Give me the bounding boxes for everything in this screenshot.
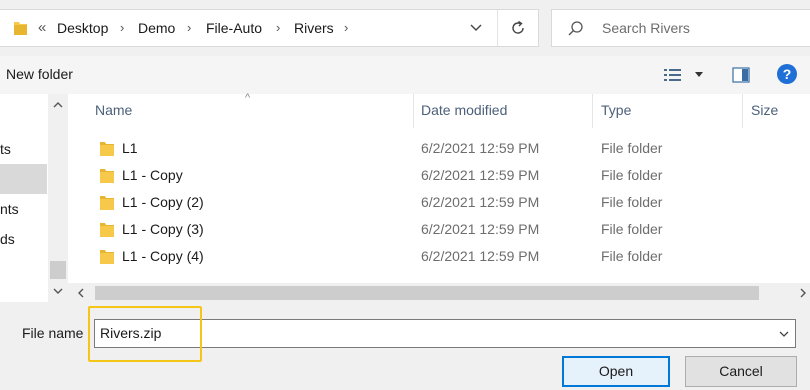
breadcrumb-demo[interactable]: Demo	[138, 20, 175, 36]
search-placeholder: Search Rivers	[602, 20, 690, 36]
scrollbar-thumb[interactable]	[95, 286, 759, 300]
file-type: File folder	[601, 221, 663, 237]
search-icon	[568, 21, 583, 36]
file-date: 6/2/2021 12:59 PM	[421, 140, 540, 156]
nav-item-selected[interactable]	[0, 164, 47, 194]
file-type: File folder	[601, 248, 663, 264]
chevron-right-icon[interactable]: ›	[276, 20, 280, 35]
folder-icon	[100, 223, 114, 237]
file-name-label: File name	[22, 325, 84, 341]
chevron-right-icon[interactable]: ›	[187, 20, 191, 35]
nav-item[interactable]: ds	[0, 231, 15, 247]
folder-icon	[14, 22, 27, 35]
column-header-type[interactable]: Type	[601, 102, 631, 136]
toolbar: New folder ?	[0, 56, 810, 94]
list-item[interactable]: L1 - Copy (4) 6/2/2021 12:59 PM File fol…	[68, 243, 810, 270]
cancel-button[interactable]: Cancel	[685, 356, 797, 387]
refresh-icon[interactable]	[508, 18, 528, 38]
folder-icon	[100, 196, 114, 210]
chevron-down-icon[interactable]	[465, 19, 487, 37]
search-box[interactable]: Search Rivers	[551, 9, 810, 47]
scroll-up-icon[interactable]	[52, 100, 64, 110]
file-name: L1 - Copy (2)	[122, 194, 204, 210]
scroll-left-icon[interactable]	[76, 287, 86, 299]
folder-icon	[100, 250, 114, 264]
address-bar[interactable]: « Desktop › Demo › File-Auto › Rivers ›	[0, 9, 539, 47]
sort-ascending-icon: ^	[245, 92, 251, 104]
divider	[592, 94, 593, 128]
chevron-down-icon[interactable]	[778, 329, 790, 339]
scroll-down-icon[interactable]	[52, 286, 64, 296]
help-icon[interactable]: ?	[777, 64, 797, 84]
file-date: 6/2/2021 12:59 PM	[421, 194, 540, 210]
column-header-date-modified[interactable]: Date modified	[421, 102, 507, 136]
open-button[interactable]: Open	[562, 356, 670, 387]
chevron-right-icon[interactable]: ›	[344, 20, 348, 35]
divider	[413, 94, 414, 128]
file-name: L1 - Copy (4)	[122, 248, 204, 264]
breadcrumb-rivers[interactable]: Rivers	[294, 20, 334, 36]
scroll-right-icon[interactable]	[798, 287, 808, 299]
file-type: File folder	[601, 167, 663, 183]
file-list: ^ Name Date modified Type Size L1 6/2/20…	[68, 92, 810, 302]
scrollbar-thumb[interactable]	[50, 261, 66, 279]
folder-icon	[100, 142, 114, 156]
overflow-chevron[interactable]: «	[38, 19, 46, 36]
breadcrumb-file-auto[interactable]: File-Auto	[206, 20, 262, 36]
file-date: 6/2/2021 12:59 PM	[421, 248, 540, 264]
file-date: 6/2/2021 12:59 PM	[421, 167, 540, 183]
nav-item[interactable]: nts	[0, 201, 19, 217]
file-name: L1 - Copy (3)	[122, 221, 204, 237]
horizontal-scrollbar[interactable]	[68, 283, 810, 302]
divider	[742, 94, 743, 128]
divider	[497, 10, 498, 46]
list-item[interactable]: L1 6/2/2021 12:59 PM File folder	[68, 135, 810, 162]
file-type: File folder	[601, 140, 663, 156]
caret-down-icon[interactable]	[694, 69, 704, 79]
file-type: File folder	[601, 194, 663, 210]
nav-item[interactable]: ts	[0, 141, 11, 157]
column-header-size[interactable]: Size	[751, 102, 778, 136]
breadcrumb-desktop[interactable]: Desktop	[57, 20, 108, 36]
list-item[interactable]: L1 - Copy 6/2/2021 12:59 PM File folder	[68, 162, 810, 189]
highlight-box	[88, 306, 202, 362]
list-item[interactable]: L1 - Copy (3) 6/2/2021 12:59 PM File fol…	[68, 216, 810, 243]
chevron-right-icon[interactable]: ›	[120, 20, 124, 35]
file-date: 6/2/2021 12:59 PM	[421, 221, 540, 237]
preview-pane-icon[interactable]	[732, 67, 750, 83]
file-name: L1	[122, 140, 138, 156]
file-name: L1 - Copy	[122, 167, 183, 183]
new-folder-button[interactable]: New folder	[6, 66, 73, 82]
list-item[interactable]: L1 - Copy (2) 6/2/2021 12:59 PM File fol…	[68, 189, 810, 216]
column-header-name[interactable]: Name	[95, 102, 132, 136]
view-options-icon[interactable]	[663, 67, 683, 83]
folder-icon	[100, 169, 114, 183]
